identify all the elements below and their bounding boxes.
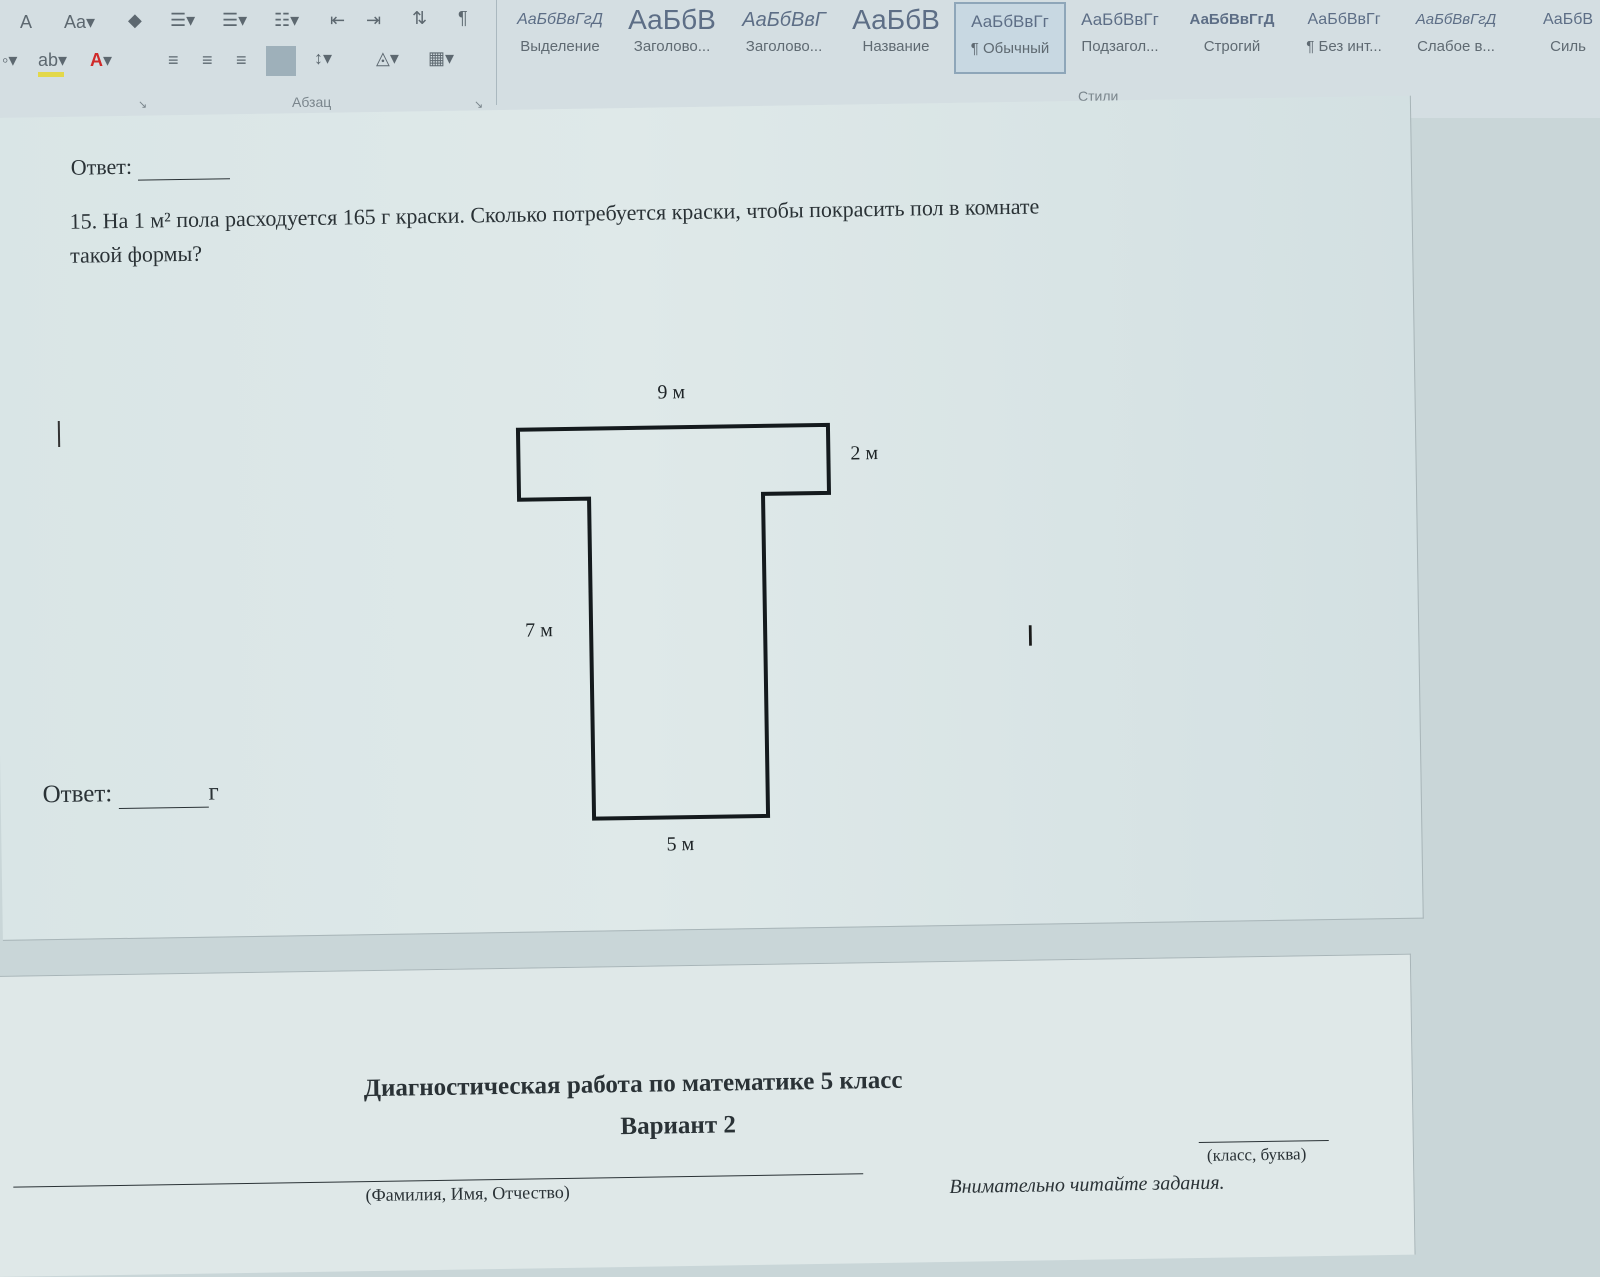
previous-answer-label: Ответ: [70, 153, 133, 180]
align-center-icon[interactable]: ≡ [202, 50, 213, 71]
change-case-label: Aa [64, 12, 87, 32]
change-case-button[interactable]: Aa▾ [64, 12, 95, 33]
class-line[interactable] [1198, 1139, 1329, 1144]
style-name: ¶ Обычный [970, 40, 1050, 57]
answer-row: Ответ: г [42, 778, 219, 810]
bullets-icon[interactable]: ☰▾ [170, 10, 195, 31]
question-15-line2: такой формы? [69, 240, 203, 268]
previous-answer: Ответ: [71, 152, 230, 181]
style-preview: АаБбВвГгД [1415, 11, 1497, 28]
shading-icon[interactable]: ◬▾ [376, 48, 399, 69]
numbering-icon[interactable]: ☰▾ [222, 10, 247, 31]
question-15-line1: 15. На 1 м² пола расходуется 165 г краск… [69, 194, 1039, 235]
grow-font-button[interactable]: A [20, 12, 32, 33]
style-tile[interactable]: АаБбВвГг ¶ Обычный [954, 2, 1066, 74]
line-spacing-icon[interactable]: ↕▾ [314, 48, 332, 69]
style-name: Заголово... [633, 38, 711, 55]
style-preview: АаБбВ [628, 4, 716, 35]
style-name: Выделение [520, 38, 600, 55]
clear-format-icon[interactable]: ◆ [128, 10, 142, 31]
style-name: Подзагол... [1081, 38, 1159, 55]
style-tile[interactable]: АаБбВ Название [842, 2, 950, 70]
paragraph-dialog-launcher[interactable]: ↘ [474, 98, 483, 111]
style-name: Заголово... [745, 38, 823, 55]
style-tile[interactable]: АаБбВвГ Заголово... [730, 2, 838, 70]
style-tile[interactable]: АаБбВвГгД Строгий [1178, 2, 1286, 70]
class-caption: (класс, буква) [1206, 1144, 1307, 1165]
align-right-icon[interactable]: ≡ [236, 50, 247, 71]
answer-unit: г [208, 778, 219, 806]
answer-label: Ответ: [42, 780, 113, 809]
text-cursor-icon: Ⅰ [1026, 619, 1035, 653]
justify-icon[interactable] [266, 46, 296, 76]
style-preview: АаБбВвГгД [517, 11, 603, 28]
style-tile[interactable]: АаБбВвГгД Слабое в... [1402, 2, 1510, 70]
t-shape-outline [515, 422, 832, 821]
name-caption: (Фамилия, Имя, Отчество) [365, 1181, 570, 1206]
dim-top-height: 2 м [850, 442, 879, 465]
style-preview: АаБбВвГг [1307, 11, 1381, 28]
style-name: Слабое в... [1417, 38, 1495, 55]
pilcrow-icon[interactable]: ¶ [458, 8, 468, 29]
highlight-icon[interactable]: ab▾ [38, 50, 67, 77]
dim-stem-height: 7 м [524, 619, 553, 642]
sort-icon[interactable]: ⇅ [412, 8, 427, 29]
next-page[interactable]: Диагностическая работа по математике 5 к… [0, 953, 1416, 1277]
style-preview: АаБбВвГгД [1189, 11, 1275, 28]
answer-blank[interactable] [118, 778, 209, 810]
style-tile[interactable]: АаБбВвГгД Выделение [506, 2, 614, 70]
previous-answer-blank[interactable] [137, 152, 230, 181]
dim-top-width: 9 м [657, 381, 686, 404]
style-preview: АаБбВ [1542, 11, 1594, 28]
style-name: Название [862, 38, 930, 55]
question-text: На 1 м² пола расходуется 165 г краски. С… [102, 193, 1040, 234]
multilevel-list-icon[interactable]: ☷▾ [274, 10, 299, 31]
font-color-glyph: A [90, 50, 103, 70]
document-page[interactable]: Ответ: 15. На 1 м² пола расходуется 165 … [0, 95, 1424, 941]
style-tile[interactable]: АаБбВвГг ¶ Без инт... [1290, 2, 1398, 70]
style-name: ¶ Без инт... [1306, 38, 1382, 55]
highlight-color-bar [38, 72, 64, 77]
work-title: Диагностическая работа по математике 5 к… [363, 1066, 903, 1103]
question-number: 15. [69, 208, 98, 234]
style-tile[interactable]: АаБбВвГг Подзагол... [1066, 2, 1174, 70]
decrease-indent-icon[interactable]: ⇤ [330, 10, 345, 31]
document-area[interactable]: Ответ: 15. На 1 м² пола расходуется 165 … [0, 95, 1600, 1277]
style-tile[interactable]: АаБбВ Силь [1514, 2, 1600, 70]
style-preview: АаБбВвГг [1081, 10, 1159, 29]
font-dialog-launcher[interactable]: ↘ [138, 98, 147, 111]
t-shape-figure: 9 м 2 м 7 м 5 м [510, 381, 947, 885]
t-shape-drawing [515, 422, 832, 821]
align-left-icon[interactable]: ≡ [168, 50, 179, 71]
style-name: Строгий [1203, 38, 1261, 55]
style-preview: АаБбВвГг [971, 12, 1049, 31]
style-preview: АаБбВ [852, 4, 940, 35]
paragraph-group-label: Абзац [292, 94, 332, 110]
font-color-icon[interactable]: A▾ [90, 50, 112, 71]
style-preview: АаБбВвГ [742, 9, 826, 31]
instruction-text: Внимательно читайте задания. [949, 1171, 1225, 1198]
text-effects-icon[interactable]: ◦▾ [2, 50, 17, 71]
increase-indent-icon[interactable]: ⇥ [366, 10, 381, 31]
style-tile[interactable]: АаБбВ Заголово... [618, 2, 726, 70]
caret [57, 420, 61, 447]
variant-label: Вариант 2 [620, 1111, 737, 1141]
style-name: Силь [1550, 38, 1586, 55]
borders-icon[interactable]: ▦▾ [428, 48, 454, 69]
dim-stem-width: 5 м [666, 833, 695, 856]
ribbon-separator [496, 0, 497, 105]
